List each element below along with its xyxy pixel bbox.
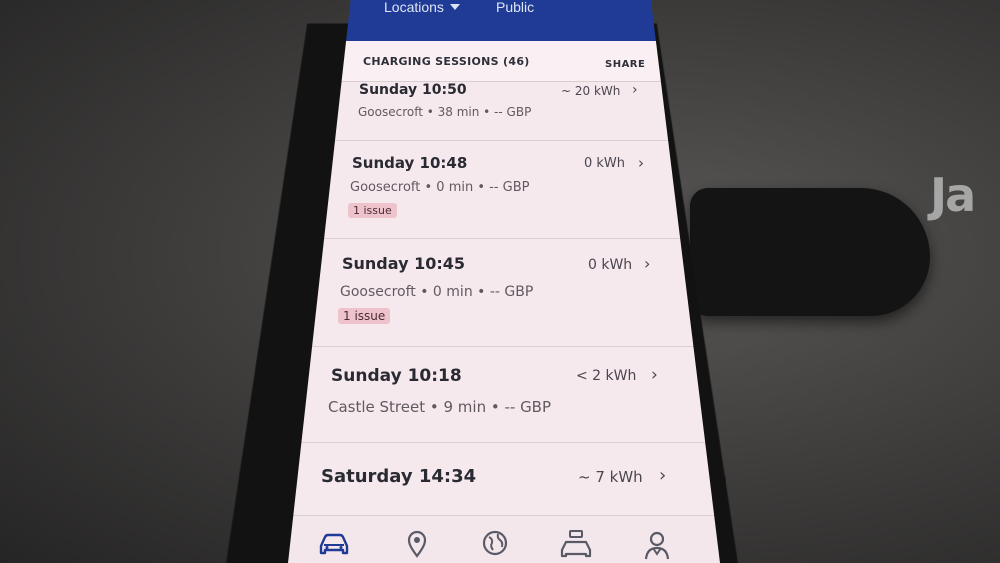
session-energy: 0 kWh bbox=[584, 156, 626, 171]
session-row[interactable]: Sunday 10:50 ~ 20 kWh › Goosecroft • 38 … bbox=[288, 82, 720, 141]
globe-icon[interactable] bbox=[480, 528, 510, 558]
section-title: CHARGING SESSIONS (46) bbox=[363, 55, 530, 68]
session-row[interactable]: Saturday 14:34 ~ 7 kWh › bbox=[288, 442, 720, 515]
session-meta: Castle Street • 9 min • -- GBP bbox=[328, 398, 552, 416]
profile-icon[interactable] bbox=[640, 528, 674, 562]
chevron-right-icon: › bbox=[632, 82, 638, 98]
desk-logo-text: Ja bbox=[930, 168, 976, 222]
session-time: Sunday 10:50 bbox=[359, 82, 467, 98]
chevron-right-icon: › bbox=[651, 365, 658, 385]
chevron-right-icon: › bbox=[638, 154, 644, 172]
public-filter[interactable]: Public bbox=[496, 0, 534, 17]
session-meta: Goosecroft • 0 min • -- GBP bbox=[340, 284, 534, 300]
issue-badge: 1 issue bbox=[348, 203, 397, 218]
session-row[interactable]: Sunday 10:48 0 kWh › Goosecroft • 0 min … bbox=[288, 140, 720, 239]
locations-filter[interactable]: Locations bbox=[384, 0, 460, 17]
session-energy: 0 kWh bbox=[588, 257, 633, 273]
chevron-right-icon: › bbox=[644, 254, 651, 273]
session-time: Sunday 10:48 bbox=[352, 154, 468, 172]
photo-scene: Ja Locations Public CHARGING SESSIONS (4… bbox=[0, 0, 1000, 563]
car-fleet-icon[interactable] bbox=[556, 528, 596, 560]
session-meta: Goosecroft • 0 min • -- GBP bbox=[350, 180, 530, 195]
car-icon[interactable] bbox=[316, 528, 352, 558]
charging-sessions-header: CHARGING SESSIONS (46) SHARE bbox=[288, 41, 720, 82]
session-energy: ~ 7 kWh bbox=[578, 468, 643, 486]
session-time: Sunday 10:18 bbox=[331, 366, 462, 386]
map-pin-icon[interactable] bbox=[402, 528, 432, 560]
locations-label: Locations bbox=[384, 0, 444, 15]
session-row[interactable]: Sunday 10:45 0 kWh › Goosecroft • 0 min … bbox=[288, 238, 720, 347]
bottom-navigation bbox=[288, 515, 720, 563]
phone-case-flap bbox=[690, 188, 930, 316]
dropdown-caret-icon bbox=[449, 4, 460, 10]
issue-badge: 1 issue bbox=[338, 308, 391, 324]
phone-screen: Locations Public CHARGING SESSIONS (46) … bbox=[288, 0, 720, 563]
session-energy: ~ 20 kWh bbox=[561, 84, 621, 98]
session-energy: < 2 kWh bbox=[576, 368, 637, 384]
share-button[interactable]: SHARE bbox=[605, 59, 645, 70]
session-row[interactable]: Sunday 10:18 < 2 kWh › Castle Street • 9… bbox=[288, 346, 720, 443]
session-meta: Goosecroft • 38 min • -- GBP bbox=[358, 105, 532, 119]
session-time: Saturday 14:34 bbox=[321, 466, 477, 487]
session-time: Sunday 10:45 bbox=[342, 254, 465, 273]
chevron-right-icon: › bbox=[659, 465, 667, 486]
